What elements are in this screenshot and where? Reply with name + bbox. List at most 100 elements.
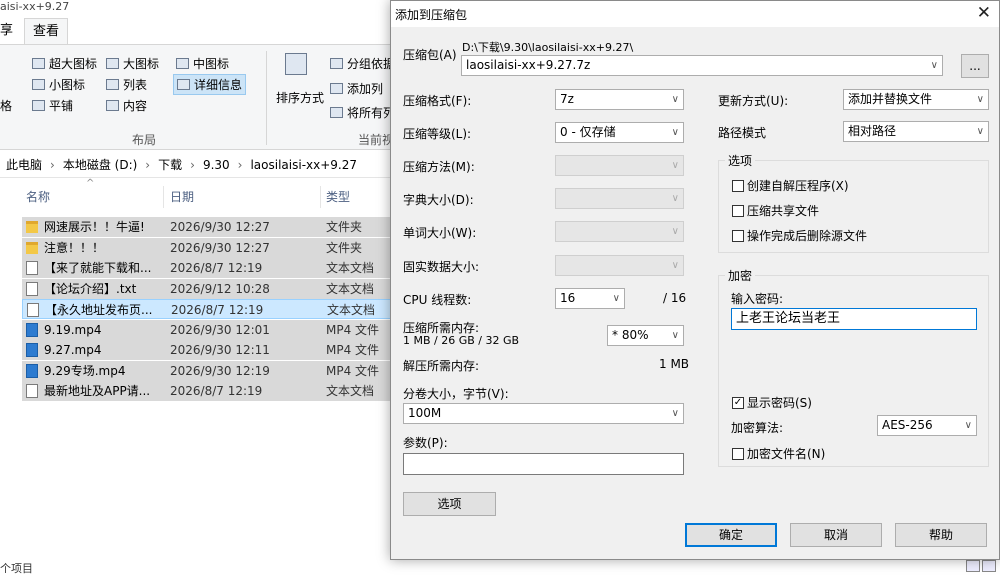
chevron-right-icon: › [237,157,243,172]
archive-label: 压缩包(A) [403,48,457,62]
tab-share[interactable]: 享 [0,18,13,44]
cancel-button[interactable]: 取消 [790,523,882,547]
encrypt-names-checkbox[interactable]: 加密文件名(N) [732,445,825,462]
view-details[interactable]: 详细信息 [173,74,247,95]
breadcrumb-current-folder[interactable]: laosilaisi-xx+9.27 [250,158,357,172]
level-label: 压缩等级(L): [403,127,472,141]
dict-label: 字典大小(D): [403,193,474,207]
column-divider[interactable] [320,186,321,208]
view-content[interactable]: 内容 [106,97,147,114]
column-date[interactable]: 日期 [170,183,194,211]
file-row[interactable]: 注意！！！ 2026/9/30 12:27 文件夹 [22,238,397,258]
chevron-down-icon: ∨ [612,293,620,304]
dialog-titlebar[interactable]: 添加到压缩包 ✕ [391,1,999,27]
breadcrumb-downloads[interactable]: 下载 [158,156,182,173]
params-input[interactable] [403,453,684,475]
update-mode-combo[interactable]: 添加并替换文件 ∨ [843,89,989,110]
chevron-down-icon: ∨ [964,420,972,431]
format-label: 压缩格式(F): [403,94,472,108]
details-view-icon[interactable] [966,560,980,572]
folder-icon [26,221,38,233]
large-icons-icon [106,58,119,69]
column-divider[interactable] [163,186,164,208]
view-tiles[interactable]: 平铺 [32,97,73,114]
checkmark-icon: ✓ [732,396,744,409]
file-row[interactable]: 9.27.mp4 2026/9/30 12:11 MP4 文件 [22,340,397,360]
small-icons-icon [32,79,45,90]
checkbox-unchecked-icon [732,447,744,460]
view-large[interactable]: 大图标 [106,55,159,72]
medium-icons-icon [176,58,189,69]
threads-combo[interactable]: 16 ∨ [555,288,625,309]
dialog-title: 添加到压缩包 [395,8,468,22]
folder-icon [26,242,38,254]
file-row[interactable]: 【来了就能下载和... 2026/8/7 12:19 文本文档 [22,258,397,278]
chevron-down-icon: ∨ [671,94,679,105]
path-mode-combo[interactable]: 相对路径 ∨ [843,121,989,142]
chevron-down-icon: ∨ [671,193,679,204]
tiles-icon [32,100,45,111]
file-row[interactable]: 最新地址及APP请... 2026/8/7 12:19 文本文档 [22,381,397,401]
browse-button[interactable]: ... [961,54,989,78]
content-icon [106,100,119,111]
delete-after-checkbox[interactable]: 操作完成后删除源文件 [732,227,867,244]
tab-view[interactable]: 查看 [24,18,69,44]
add-columns-button[interactable]: 添加列 [330,80,383,97]
ribbon-tabs: 享 查看 [0,18,400,44]
breadcrumb-drive[interactable]: 本地磁盘 (D:) [63,156,137,173]
word-label: 单词大小(W): [403,226,477,240]
group-layout-label: 布局 [132,133,157,147]
level-combo[interactable]: 0 - 仅存储 ∨ [555,122,684,143]
split-size-combo[interactable]: 100M ∨ [403,403,684,424]
file-row[interactable]: 9.19.mp4 2026/9/30 12:01 MP4 文件 [22,320,397,340]
format-combo[interactable]: 7z ∨ [555,89,684,110]
chevron-down-icon: ∨ [671,408,679,419]
video-file-icon [26,323,38,337]
method-label: 压缩方法(M): [403,160,475,174]
size-columns-button[interactable]: 将所有列 [330,104,395,121]
file-row[interactable]: 网速展示！！牛逼! 2026/9/30 12:27 文件夹 [22,217,397,237]
sort-ascending-icon: ^ [86,178,95,189]
list-icon [106,79,119,90]
column-type[interactable]: 类型 [326,183,350,211]
encryption-method-label: 加密算法: [731,421,784,435]
options-button[interactable]: 选项 [403,492,496,516]
encryption-method-combo[interactable]: AES-256 ∨ [877,415,977,436]
chevron-down-icon: ∨ [671,160,679,171]
help-button[interactable]: 帮助 [895,523,987,547]
close-icon[interactable]: ✕ [977,3,991,23]
view-list[interactable]: 列表 [106,76,147,93]
breadcrumb-930[interactable]: 9.30 [203,158,230,172]
chevron-right-icon: › [145,157,151,172]
sort-by-button[interactable] [285,53,307,75]
view-small[interactable]: 小图标 [32,76,85,93]
show-password-checkbox[interactable]: ✓ 显示密码(S) [732,394,812,411]
group-current-label: 当前视 [358,133,395,147]
file-row-selected[interactable]: 【永久地址发布页... 2026/8/7 12:19 文本文档 [22,299,397,319]
view-medium[interactable]: 中图标 [176,55,229,72]
breadcrumb-this-pc[interactable]: 此电脑 [6,156,42,173]
mem-decompress-value: 1 MB [659,357,690,371]
ok-button[interactable]: 确定 [685,523,777,547]
file-row[interactable]: 【论坛介绍】.txt 2026/9/12 10:28 文本文档 [22,279,397,299]
archive-name-combo[interactable]: laosilaisi-xx+9.27.7z ∨ [461,55,943,76]
encryption-group-title: 加密 [725,267,756,284]
password-input[interactable]: 上老王论坛当老王 [731,308,977,330]
size-columns-icon [330,107,343,118]
view-extra-large[interactable]: 超大图标 [32,55,97,72]
sort-by-label: 排序方式 [276,91,325,105]
memory-percent-combo[interactable]: * 80% ∨ [607,325,684,346]
chevron-down-icon: ∨ [671,260,679,271]
chevron-down-icon: ∨ [671,127,679,138]
file-row[interactable]: 9.29专场.mp4 2026/9/30 12:19 MP4 文件 [22,361,397,381]
chevron-down-icon: ∨ [976,126,984,137]
column-name[interactable]: 名称 [26,183,50,211]
large-icons-view-icon[interactable] [982,560,996,572]
group-by-button[interactable]: 分组依据 [330,55,395,72]
breadcrumb[interactable]: 此电脑 › 本地磁盘 (D:) › 下载 › 9.30 › laosilaisi-xx+… [0,152,400,178]
create-sfx-checkbox[interactable]: 创建自解压程序(X) [732,177,849,194]
options-group-title: 选项 [725,152,756,169]
checkbox-unchecked-icon [732,229,744,242]
compress-shared-checkbox[interactable]: 压缩共享文件 [732,202,819,219]
group-by-icon [330,58,343,69]
